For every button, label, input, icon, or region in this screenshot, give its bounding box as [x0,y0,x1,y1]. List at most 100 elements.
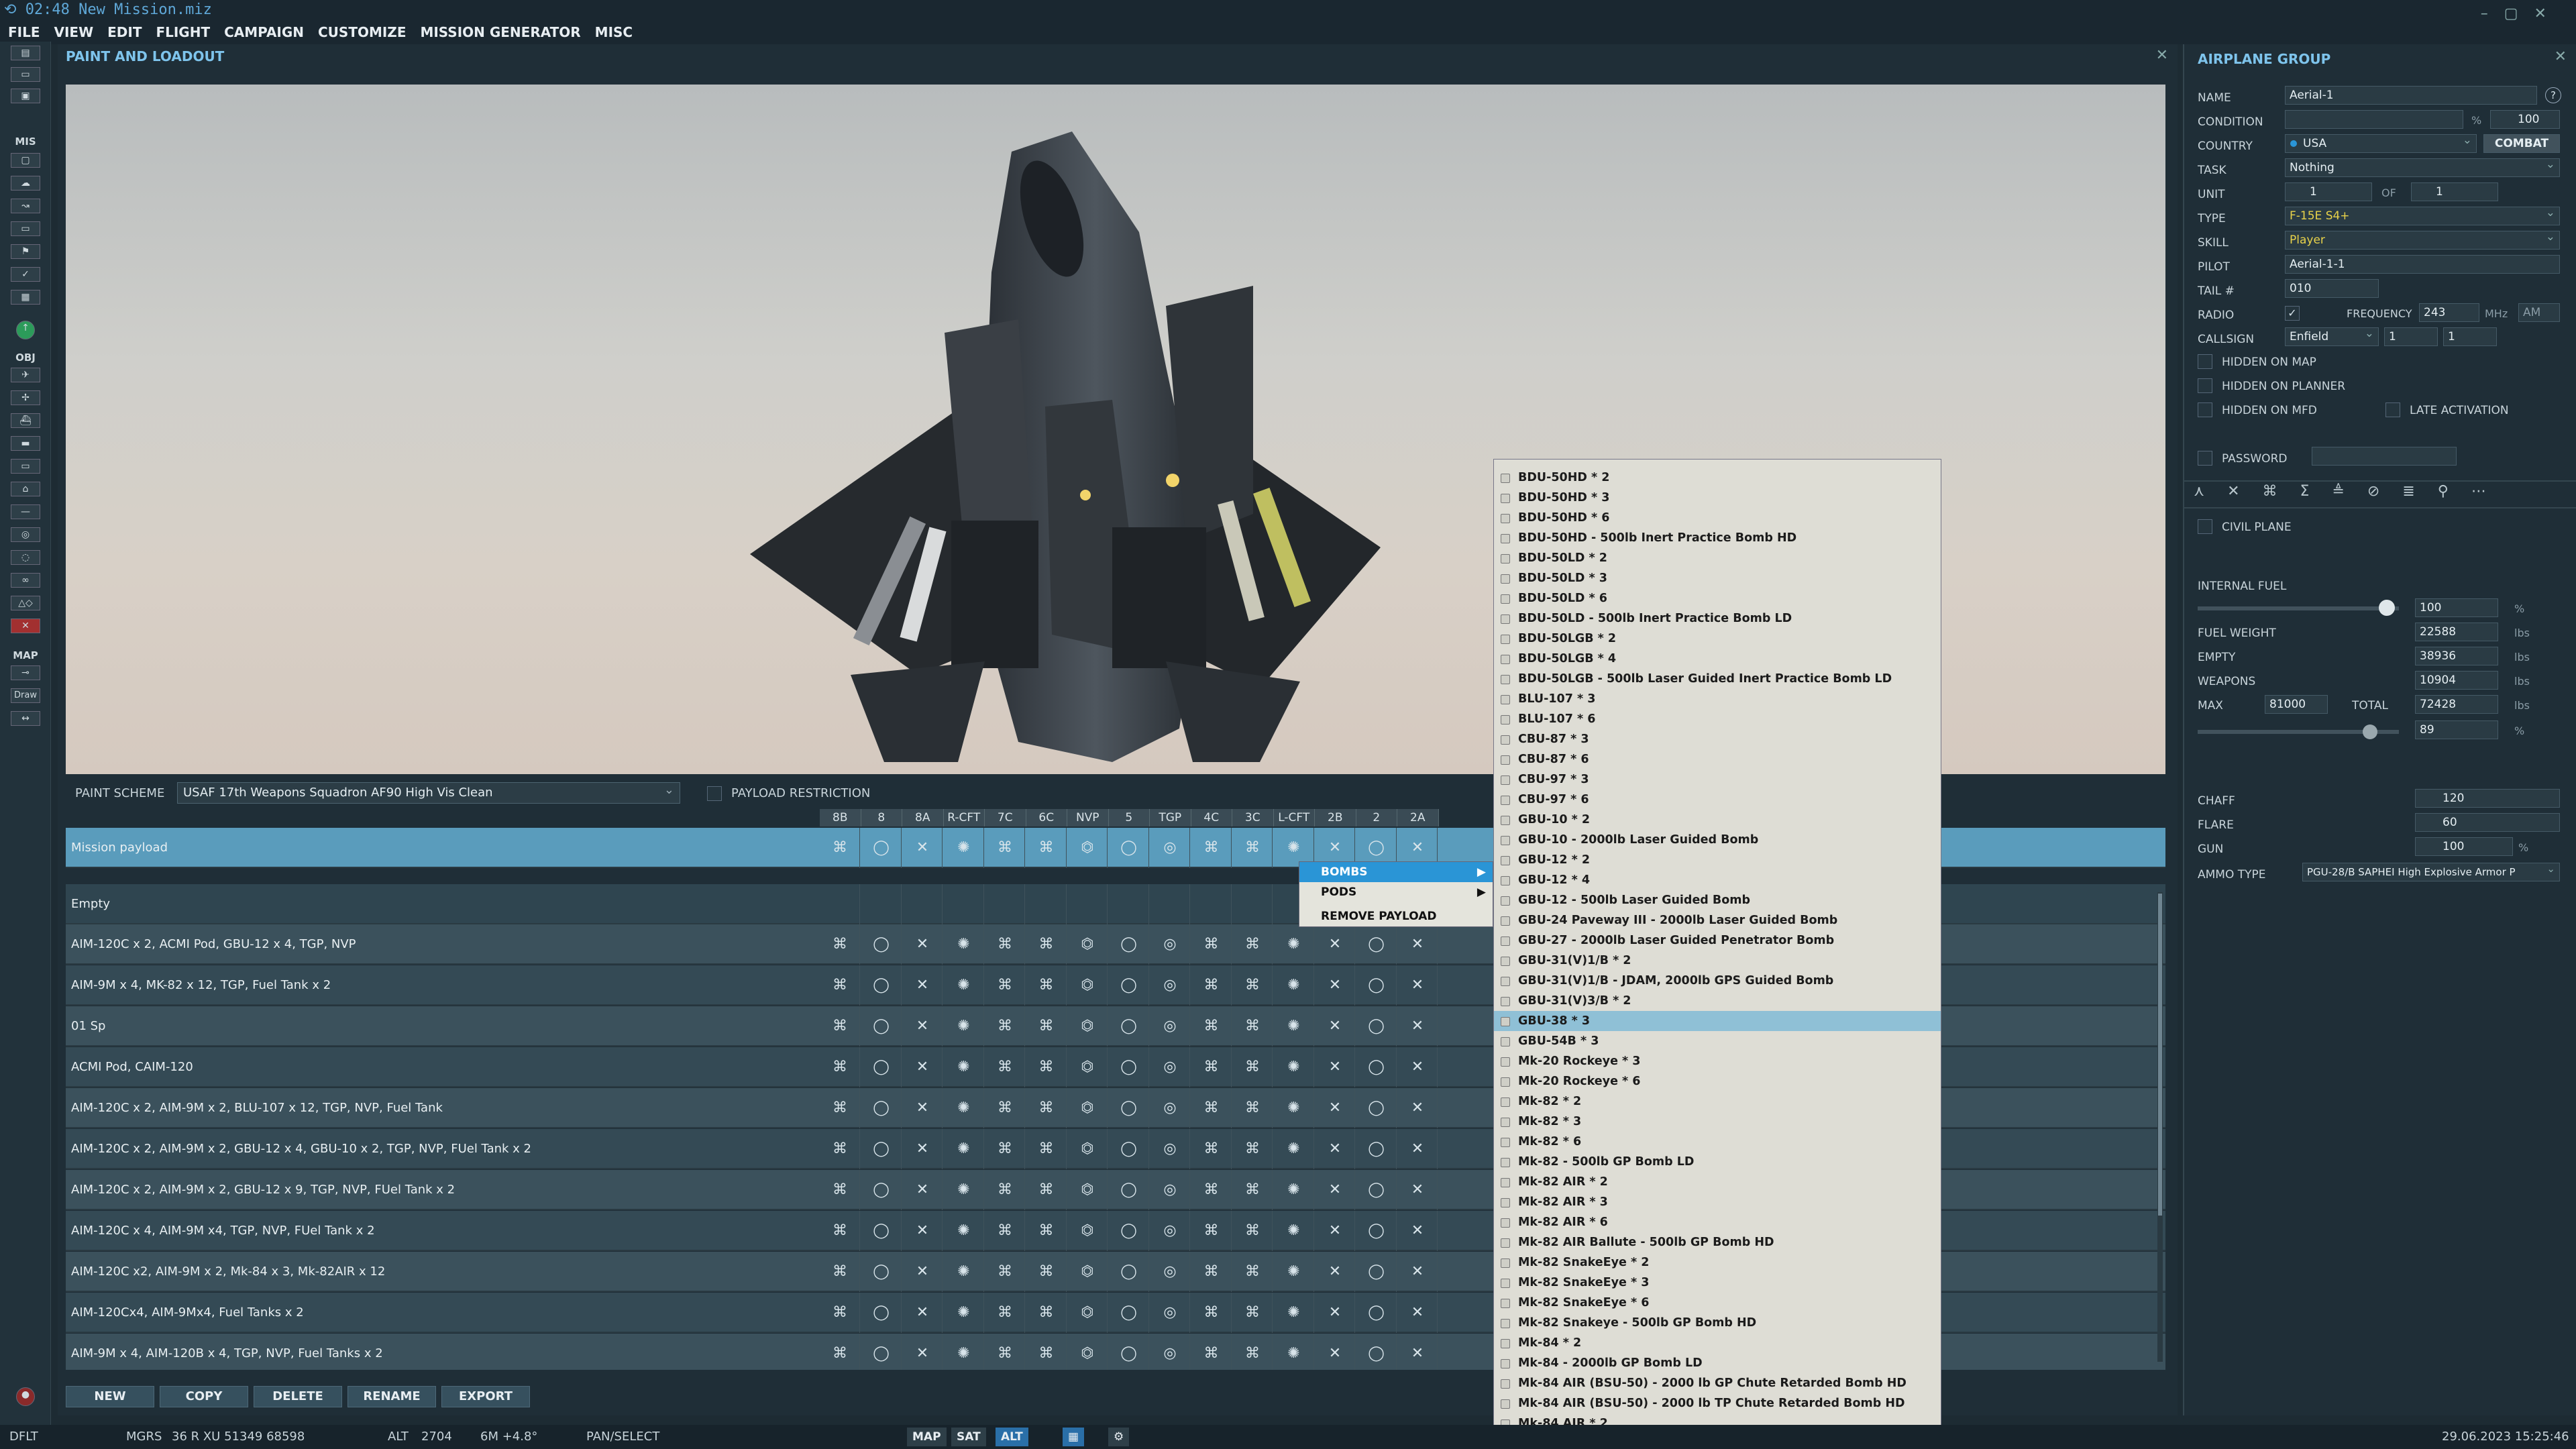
pylon-cell[interactable]: ✺ [1274,924,1314,965]
links-icon[interactable]: ▦ [11,290,40,305]
pylon-cell[interactable]: ◯ [861,1334,902,1370]
weapon-option[interactable]: GBU-12 - 500lb Laser Guided Bomb [1494,890,1941,910]
pylon-cell[interactable]: ✕ [1397,1334,1438,1370]
weapon-option[interactable]: Mk-20 Rockeye * 6 [1494,1071,1941,1091]
pylon-cell[interactable]: ⌘ [1232,1006,1273,1046]
pylon-cell[interactable]: ◯ [1356,1047,1397,1087]
internal-fuel-field[interactable]: 100 [2415,598,2498,617]
weapon-option[interactable]: Mk-82 SnakeEye * 6 [1494,1293,1941,1313]
weather-icon[interactable]: ☁ [11,176,40,191]
weapon-option[interactable]: BDU-50HD - 500lb Inert Practice Bomb HD [1494,528,1941,548]
route-icon[interactable]: ↝ [11,199,40,213]
pylon-cell[interactable]: ◎ [1150,1088,1190,1128]
pylon-cell[interactable]: ✕ [1315,924,1355,965]
menu-misc[interactable]: MISC [595,24,633,40]
weapon-option[interactable]: Mk-82 * 6 [1494,1132,1941,1152]
weapon-option[interactable]: BDU-50HD * 3 [1494,488,1941,508]
pylon-cell[interactable]: ✺ [944,1334,984,1370]
pylon-cell[interactable]: ◯ [1109,1047,1149,1087]
pylon-cell[interactable]: ✕ [1397,1006,1438,1046]
pylon-cell[interactable]: ◯ [1109,828,1149,868]
pylon-cell[interactable]: ⌘ [1191,1006,1232,1046]
pylon-cell[interactable]: ✕ [902,1252,943,1292]
alt-toggle[interactable]: ALT [996,1428,1028,1446]
key-icon[interactable]: ⊸ [11,665,40,680]
pylon-cell[interactable]: ⌘ [985,1129,1025,1169]
pylon-cell[interactable]: ✕ [1397,1293,1438,1333]
check-icon[interactable]: ✓ [11,267,40,282]
pylon-cell[interactable] [820,884,860,924]
pylon-cell[interactable] [1067,884,1108,924]
pylon-cell[interactable]: ⏣ [1067,1170,1108,1210]
pylon-cell[interactable]: ✺ [1274,1088,1314,1128]
pilot-field[interactable]: Aerial-1-1 [2285,255,2560,274]
pylon-cell[interactable]: ⌘ [1191,1088,1232,1128]
gun-field[interactable]: 100 [2415,837,2513,856]
vehicle-icon[interactable]: ▬ [11,436,40,451]
chaff-field[interactable]: 120 [2415,789,2560,808]
pylon-cell[interactable]: ◯ [861,924,902,965]
radio-checkbox[interactable]: ✓ [2285,306,2300,321]
pylon-cell[interactable]: ✕ [902,1170,943,1210]
pylon-cell[interactable]: ✕ [1397,1129,1438,1169]
weapon-option[interactable]: Mk-82 SnakeEye * 2 [1494,1252,1941,1273]
hidden-on-map-checkbox[interactable] [2198,354,2212,369]
pylon-cell[interactable]: ◎ [1150,1252,1190,1292]
briefing-icon[interactable]: ▢ [11,153,40,168]
pylon-cell[interactable]: ✺ [1274,965,1314,1006]
weapon-option[interactable]: BDU-50HD * 2 [1494,468,1941,488]
pylon-cell[interactable]: ◯ [1356,1334,1397,1370]
weapon-option[interactable]: GBU-24 Paveway III - 2000lb Laser Guided… [1494,910,1941,930]
map-toggle[interactable]: MAP [907,1428,947,1446]
pylon-cell[interactable]: ◯ [861,1088,902,1128]
help-icon[interactable]: ? [2545,87,2561,103]
pylon-cell[interactable]: ✺ [944,1293,984,1333]
pylon-cell[interactable]: ✺ [1274,1047,1314,1087]
pylon-cell[interactable]: ✺ [944,1006,984,1046]
ship-icon[interactable]: ⛴ [11,413,40,428]
pylon-cell[interactable]: ⌘ [985,924,1025,965]
pylon-cell[interactable]: ⌘ [820,1129,860,1169]
pylon-cell[interactable]: ⌘ [985,1334,1025,1370]
paint-scheme-select[interactable]: USAF 17th Weapons Squadron AF90 High Vis… [177,782,680,804]
pylon-cell[interactable]: ✕ [1397,965,1438,1006]
pylon-cell[interactable]: ⌘ [1232,1334,1273,1370]
pylon-cell[interactable]: ⌘ [1191,1129,1232,1169]
pylon-cell[interactable]: ✕ [902,1293,943,1333]
pylon-cell[interactable]: ◯ [861,1252,902,1292]
weapon-option[interactable]: CBU-97 * 3 [1494,769,1941,790]
pylon-cell[interactable]: ⌘ [1026,1211,1067,1251]
pylon-cell[interactable]: ⌘ [1026,1047,1067,1087]
pylon-cell[interactable]: ⌘ [820,1047,860,1087]
pylon-cell[interactable]: ✺ [944,924,984,965]
pylon-cell[interactable]: ◯ [1356,1252,1397,1292]
pylon-cell[interactable]: ◯ [1109,1293,1149,1333]
weapon-option[interactable]: GBU-54B * 3 [1494,1031,1941,1051]
pylon-cell[interactable]: ◯ [1109,965,1149,1006]
password-checkbox[interactable] [2198,451,2212,466]
pylon-cell[interactable]: ⌘ [1232,1088,1273,1128]
trigger-zone-icon[interactable]: ▭ [11,221,40,236]
tail-field[interactable]: 010 [2285,279,2379,298]
weapon-option[interactable]: Mk-82 * 3 [1494,1112,1941,1132]
pylon-cell[interactable]: ⌘ [820,1211,860,1251]
pylon-cell[interactable]: ◯ [861,828,902,868]
weapon-option[interactable]: BDU-50LGB * 4 [1494,649,1941,669]
pylon-cell[interactable]: ⌘ [1026,1006,1067,1046]
weapon-option[interactable]: BDU-50LD * 3 [1494,568,1941,588]
pylon-cell[interactable]: ◎ [1150,828,1190,868]
pylon-cell[interactable]: ⌘ [1232,1252,1273,1292]
pylon-cell[interactable]: ⌘ [985,1088,1025,1128]
pylon-cell[interactable] [902,884,943,924]
goals-icon[interactable]: ⚑ [11,244,40,259]
weapon-option[interactable]: Mk-82 - 500lb GP Bomb LD [1494,1152,1941,1172]
profile-select[interactable]: DFLT [9,1425,38,1449]
menu-item-bombs[interactable]: BOMBS ▶ [1299,862,1493,882]
unit-field[interactable]: 1 [2285,182,2372,201]
weapon-option[interactable]: Mk-82 SnakeEye * 3 [1494,1273,1941,1293]
pylon-cell[interactable]: ◯ [1356,1129,1397,1169]
pylon-cell[interactable]: ✕ [902,1006,943,1046]
pylon-cell[interactable]: ◎ [1150,1211,1190,1251]
pylon-cell[interactable]: ✕ [1397,924,1438,965]
pylon-cell[interactable]: ◯ [1356,1006,1397,1046]
